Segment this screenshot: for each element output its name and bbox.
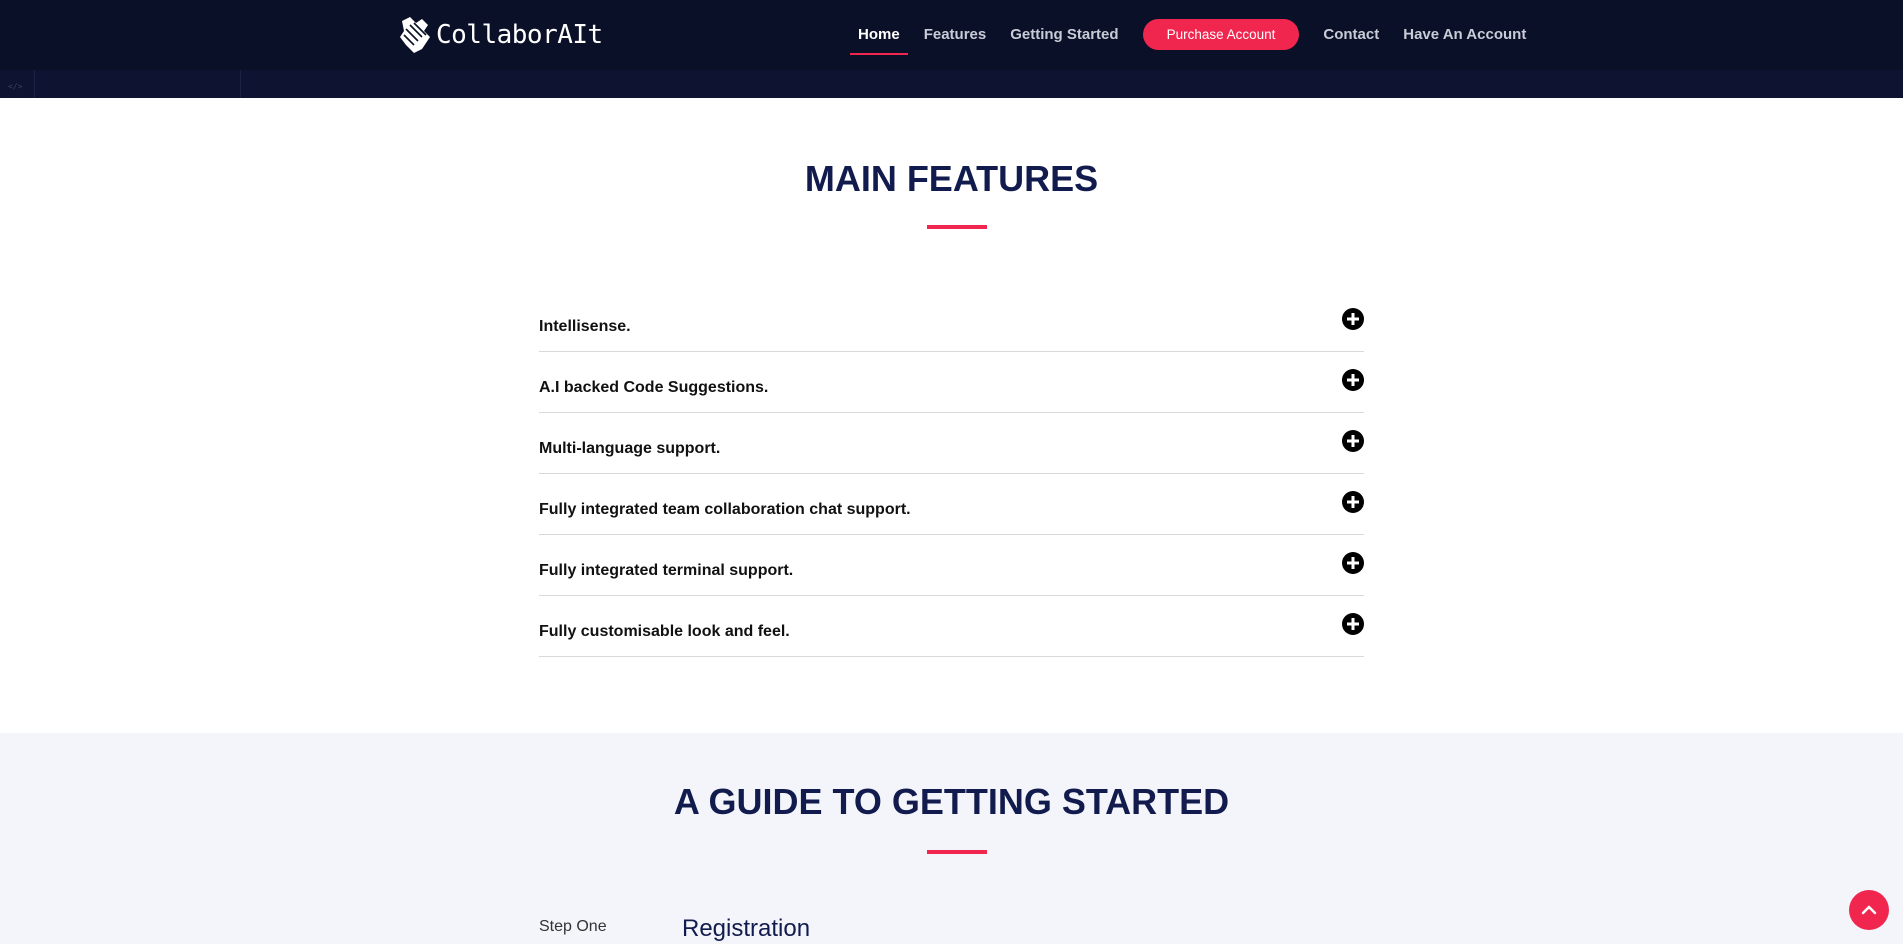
purchase-account-button[interactable]: Purchase Account [1142, 18, 1300, 50]
nav-have-account-link[interactable]: Have An Account [1395, 22, 1534, 47]
accordion-item[interactable]: Multi-language support. [539, 413, 1364, 474]
code-bracket-icon: </> [8, 82, 23, 91]
plus-circle-icon[interactable] [1342, 308, 1364, 330]
accordion-item-label: Fully integrated terminal support. [539, 562, 794, 579]
handshake-logo-icon [400, 17, 430, 53]
nav-contact-link[interactable]: Contact [1315, 22, 1387, 47]
divider [240, 70, 241, 98]
top-navbar: CollaborAIt Home Features Getting Starte… [0, 0, 1903, 70]
accordion-item-label: Intellisense. [539, 318, 631, 335]
features-title-underline [927, 225, 987, 229]
divider [34, 70, 35, 98]
nav-home-link[interactable]: Home [850, 22, 908, 55]
accordion-item-label: A.I backed Code Suggestions. [539, 379, 769, 396]
accordion-item[interactable]: Intellisense. [539, 291, 1364, 352]
guide-title: A GUIDE TO GETTING STARTED [673, 781, 1230, 822]
brand-logo[interactable]: CollaborAIt [396, 13, 603, 57]
chevron-up-icon [1861, 905, 1877, 915]
plus-circle-icon[interactable] [1342, 369, 1364, 391]
plus-circle-icon[interactable] [1342, 491, 1364, 513]
brand-name: CollaborAIt [436, 20, 603, 50]
accordion-item-label: Fully integrated team collaboration chat… [539, 501, 911, 518]
nav-getting-started-link[interactable]: Getting Started [1002, 22, 1126, 47]
accordion-item[interactable]: A.I backed Code Suggestions. [539, 352, 1364, 413]
step-label: Step One [539, 918, 607, 935]
plus-circle-icon[interactable] [1342, 430, 1364, 452]
accordion-item[interactable]: Fully customisable look and feel. [539, 596, 1364, 657]
step-title: Registration [682, 915, 811, 942]
features-title: MAIN FEATURES [804, 158, 1099, 199]
getting-started-section [0, 733, 1903, 944]
back-to-top-button[interactable] [1849, 890, 1889, 930]
accordion-item-label: Multi-language support. [539, 440, 721, 457]
accordion-item[interactable]: Fully integrated team collaboration chat… [539, 474, 1364, 535]
hero-code-background: </> [0, 70, 1903, 98]
guide-title-underline [927, 850, 987, 854]
features-accordion: Intellisense. A.I backed Code Suggestion… [539, 291, 1364, 657]
plus-circle-icon[interactable] [1342, 552, 1364, 574]
main-nav: Home Features Getting Started Purchase A… [850, 18, 1542, 55]
accordion-item-label: Fully customisable look and feel. [539, 623, 790, 640]
accordion-item[interactable]: Fully integrated terminal support. [539, 535, 1364, 596]
plus-circle-icon[interactable] [1342, 613, 1364, 635]
nav-features-link[interactable]: Features [916, 22, 995, 47]
